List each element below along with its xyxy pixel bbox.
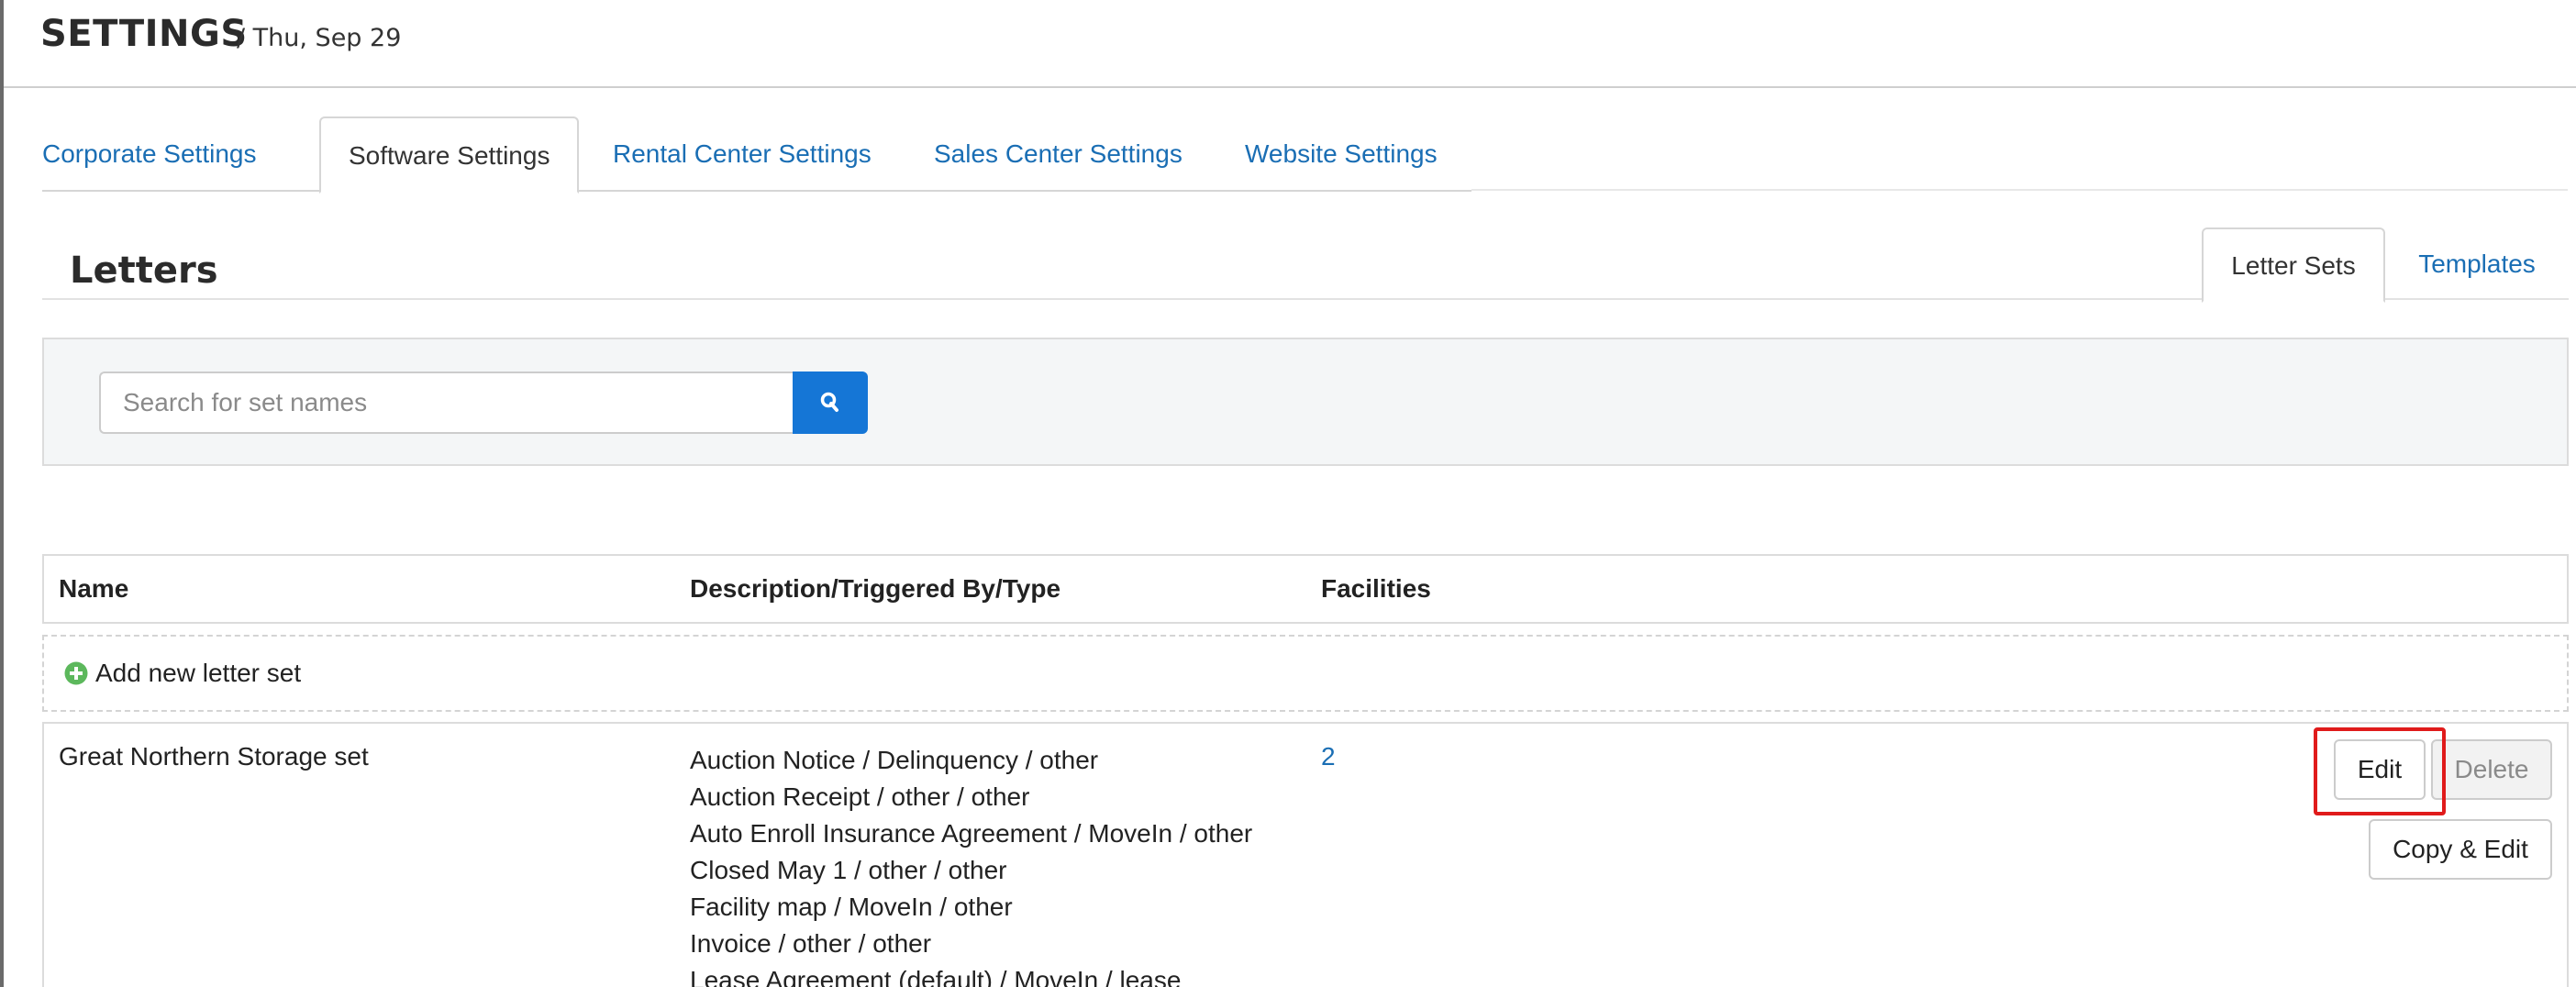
section-divider xyxy=(42,298,2202,300)
subtab-templates[interactable]: Templates xyxy=(2385,227,2569,301)
letter-set-name: Great Northern Storage set xyxy=(59,742,369,771)
add-letter-set-row: Add new letter set xyxy=(42,635,2569,712)
tab-divider xyxy=(1471,189,2568,191)
copy-and-edit-button[interactable]: Copy & Edit xyxy=(2369,819,2552,880)
subtab-letter-sets[interactable]: Letter Sets xyxy=(2202,227,2385,303)
tab-sales-center-settings[interactable]: Sales Center Settings xyxy=(934,116,1183,192)
page-date: / Thu, Sep 29 xyxy=(237,24,402,52)
description-item: Auto Enroll Insurance Agreement / MoveIn… xyxy=(690,819,1253,848)
tab-rental-center-settings[interactable]: Rental Center Settings xyxy=(613,116,872,192)
column-header-facilities: Facilities xyxy=(1321,574,1431,603)
description-item: Closed May 1 / other / other xyxy=(690,856,1007,884)
delete-button[interactable]: Delete xyxy=(2431,739,2552,800)
search-input[interactable] xyxy=(99,372,793,434)
subtab-divider xyxy=(2385,298,2569,300)
search-button[interactable] xyxy=(793,372,868,434)
tab-website-settings[interactable]: Website Settings xyxy=(1245,116,1438,192)
page-header: SETTINGS / Thu, Sep 29 xyxy=(4,0,2576,88)
settings-tabs: Corporate Settings Software Settings Ren… xyxy=(42,116,1471,194)
description-item: Auction Notice / Delinquency / other xyxy=(690,746,1099,774)
description-item: Invoice / other / other xyxy=(690,929,932,958)
letter-set-descriptions: Auction Notice / Delinquency / other Auc… xyxy=(690,742,1252,987)
facilities-count-link[interactable]: 2 xyxy=(1321,742,1336,771)
column-header-description: Description/Triggered By/Type xyxy=(690,574,1061,603)
search-panel xyxy=(42,338,2569,466)
settings-page: SETTINGS / Thu, Sep 29 Corporate Setting… xyxy=(0,0,2576,987)
page-title: SETTINGS xyxy=(40,13,248,55)
table-row: Great Northern Storage set Auction Notic… xyxy=(42,722,2569,987)
add-letter-set-link[interactable]: Add new letter set xyxy=(64,637,301,710)
tab-software-settings[interactable]: Software Settings xyxy=(319,116,580,194)
section-title: Letters xyxy=(70,250,218,292)
description-item: Facility map / MoveIn / other xyxy=(690,893,1013,921)
add-letter-set-label: Add new letter set xyxy=(95,659,302,687)
description-item: Lease Agreement (default) / MoveIn / lea… xyxy=(690,966,1182,987)
edit-highlight-box xyxy=(2314,727,2446,815)
tab-corporate-settings[interactable]: Corporate Settings xyxy=(42,116,256,192)
search-icon xyxy=(820,392,838,412)
table-header: Name Description/Triggered By/Type Facil… xyxy=(42,554,2569,624)
description-item: Auction Receipt / other / other xyxy=(690,782,1030,811)
plus-circle-icon xyxy=(64,661,88,685)
column-header-name: Name xyxy=(59,574,129,603)
